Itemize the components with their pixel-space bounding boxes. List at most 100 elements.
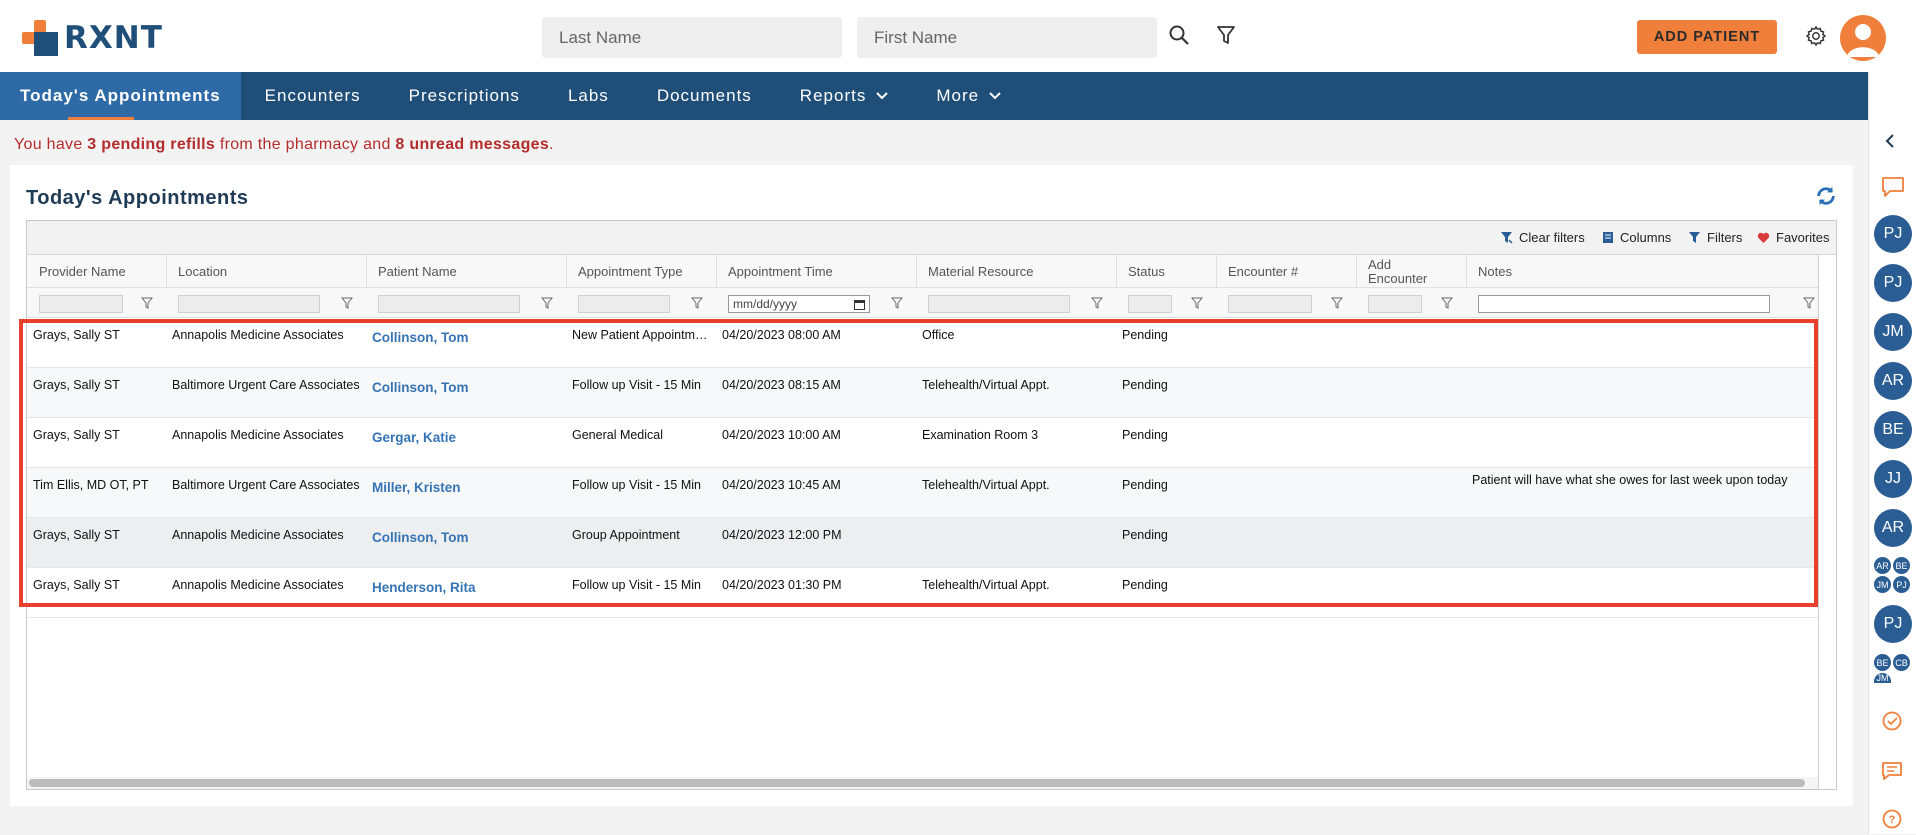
column-filter-icon[interactable] (1190, 296, 1204, 314)
col-appointment-type[interactable]: Appointment Type (566, 255, 716, 288)
message-icon[interactable] (1881, 760, 1903, 787)
user-bubble[interactable]: JM (1874, 313, 1912, 351)
col-encounter-number[interactable]: Encounter # (1216, 255, 1356, 288)
help-icon[interactable]: ? (1881, 808, 1903, 835)
calendar-icon (854, 299, 865, 310)
user-bubble[interactable]: PJ (1874, 605, 1912, 643)
svg-text:?: ? (1889, 814, 1896, 826)
date-placeholder: mm/dd/yyyy (733, 297, 798, 311)
funnel-icon (1689, 232, 1700, 243)
table-row[interactable]: Tim Ellis, MD OT, PT Baltimore Urgent Ca… (27, 468, 1818, 518)
col-appointment-time[interactable]: Appointment Time (716, 255, 916, 288)
add-encounter-filter-input[interactable] (1368, 295, 1422, 313)
patient-name-link[interactable]: Collinson, Tom (372, 330, 560, 345)
column-filter-icon[interactable] (540, 296, 554, 314)
nav-label: Reports (799, 86, 867, 105)
gear-icon[interactable] (1805, 25, 1829, 49)
location-cell: Annapolis Medicine Associates (172, 328, 344, 342)
col-status[interactable]: Status (1116, 255, 1216, 288)
col-material-resource[interactable]: Material Resource (916, 255, 1116, 288)
patient-name-link[interactable]: Collinson, Tom (372, 530, 560, 545)
provider-filter-input[interactable] (39, 295, 123, 313)
col-provider-name[interactable]: Provider Name (27, 255, 166, 288)
patient-name-link[interactable]: Miller, Kristen (372, 480, 560, 495)
col-location[interactable]: Location (166, 255, 366, 288)
table-row[interactable]: Grays, Sally ST Annapolis Medicine Assoc… (27, 568, 1818, 618)
horizontal-scrollbar[interactable] (27, 777, 1818, 789)
clear-filters-button[interactable]: Clear filters (1500, 230, 1585, 245)
user-bubble[interactable]: PJ (1874, 264, 1912, 302)
right-sidebar: PJ PJ JM AR BE JJ AR AR BE JM PJ PJ BE C… (1868, 72, 1916, 834)
unread-messages-link[interactable]: 8 unread messages (395, 136, 549, 153)
time-date-filter-input[interactable]: mm/dd/yyyy (728, 295, 870, 313)
nav-prescriptions[interactable]: Prescriptions (385, 72, 544, 120)
chat-bubble-icon[interactable] (1881, 176, 1905, 203)
notes-filter-input[interactable] (1478, 295, 1770, 313)
first-name-search-input[interactable] (857, 17, 1157, 58)
encounter-filter-input[interactable] (1228, 295, 1312, 313)
nav-labs[interactable]: Labs (544, 72, 633, 120)
status-filter-input[interactable] (1128, 295, 1172, 313)
column-filter-icon[interactable] (690, 296, 704, 314)
chevron-left-icon[interactable] (1885, 134, 1895, 153)
appointment-type-cell: Follow up Visit - 15 Min (572, 478, 701, 492)
user-bubble[interactable]: AR (1874, 362, 1912, 400)
last-name-search-input[interactable] (542, 17, 842, 58)
table-row[interactable]: Grays, Sally ST Annapolis Medicine Assoc… (27, 418, 1818, 468)
nav-label: Labs (567, 86, 609, 105)
favorites-button[interactable]: Favorites (1757, 230, 1829, 245)
user-bubble[interactable]: AR (1874, 509, 1912, 547)
user-bubble[interactable]: JJ (1874, 460, 1912, 498)
add-patient-button[interactable]: ADD PATIENT (1637, 20, 1777, 54)
nav-more[interactable]: More (912, 72, 1025, 120)
col-add-encounter[interactable]: Add Encounter (1356, 255, 1446, 288)
nav-todays-appointments[interactable]: Today's Appointments (0, 72, 241, 120)
appointment-time-cell: 04/20/2023 10:45 AM (722, 478, 841, 492)
status-cell: Pending (1122, 528, 1168, 542)
pending-refills-link[interactable]: 3 pending refills (87, 136, 215, 153)
col-notes[interactable]: Notes (1466, 255, 1818, 288)
type-filter-input[interactable] (578, 295, 670, 313)
user-avatar[interactable] (1840, 15, 1886, 61)
heart-icon (1757, 232, 1770, 243)
rxnt-logo[interactable]: RXNT (22, 20, 163, 56)
patient-name-link[interactable]: Collinson, Tom (372, 380, 560, 395)
column-filter-icon[interactable] (140, 296, 154, 314)
table-row[interactable]: Grays, Sally ST Annapolis Medicine Assoc… (27, 518, 1818, 568)
nav-encounters[interactable]: Encounters (241, 72, 385, 120)
table-row[interactable]: Grays, Sally ST Annapolis Medicine Assoc… (27, 318, 1818, 368)
user-bubble[interactable]: PJ (1874, 215, 1912, 253)
search-icon[interactable] (1168, 24, 1192, 48)
patient-name-link[interactable]: Gergar, Katie (372, 430, 560, 445)
col-patient-name[interactable]: Patient Name (366, 255, 566, 288)
grid-toolbar: Clear filters Columns Filters Favorites (27, 221, 1836, 255)
horizontal-scroll-thumb[interactable] (29, 779, 1805, 787)
columns-button[interactable]: Columns (1602, 230, 1671, 245)
nav-label: Prescriptions (408, 86, 520, 105)
check-circle-icon[interactable] (1881, 710, 1903, 737)
top-bar: RXNT ADD PATIENT (0, 0, 1916, 72)
filter-icon[interactable] (1215, 24, 1239, 48)
column-filter-icon[interactable] (1090, 296, 1104, 314)
column-filter-icon[interactable] (1330, 296, 1344, 314)
column-filter-icon[interactable] (340, 296, 354, 314)
provider-cell: Tim Ellis, MD OT, PT (33, 478, 149, 492)
vertical-scrollbar[interactable] (1818, 255, 1836, 789)
status-cell: Pending (1122, 328, 1168, 342)
column-filter-icon[interactable] (890, 296, 904, 314)
location-cell: Annapolis Medicine Associates (172, 428, 344, 442)
location-filter-input[interactable] (178, 295, 320, 313)
table-row[interactable]: Grays, Sally ST Baltimore Urgent Care As… (27, 368, 1818, 418)
refresh-icon[interactable] (1815, 185, 1837, 212)
nav-label: Encounters (264, 86, 361, 105)
filters-button[interactable]: Filters (1688, 230, 1742, 245)
column-filter-icon[interactable] (1802, 296, 1816, 314)
nav-documents[interactable]: Documents (633, 72, 776, 120)
user-bubble[interactable]: BE (1874, 411, 1912, 449)
nav-reports[interactable]: Reports (776, 72, 913, 120)
column-filter-icon[interactable] (1440, 296, 1454, 314)
patient-filter-input[interactable] (378, 295, 520, 313)
patient-name-link[interactable]: Henderson, Rita (372, 580, 560, 595)
resource-filter-input[interactable] (928, 295, 1070, 313)
appointment-time-cell: 04/20/2023 08:15 AM (722, 378, 841, 392)
